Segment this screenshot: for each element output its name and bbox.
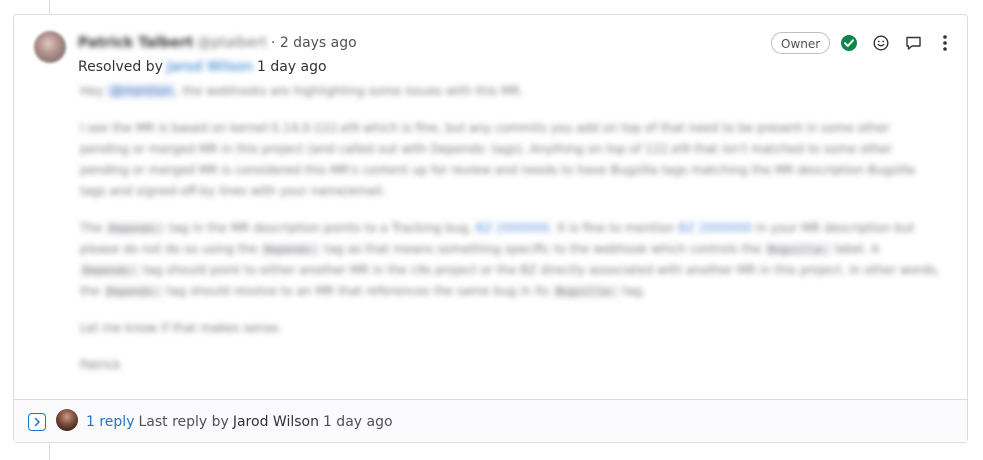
bugzilla-link[interactable]: BZ 2000000 bbox=[678, 221, 752, 235]
smiley-icon bbox=[873, 35, 889, 51]
last-reply-author[interactable]: Jarod Wilson bbox=[233, 414, 319, 430]
bugzilla-link[interactable]: BZ 2000000 bbox=[476, 221, 550, 235]
owner-badge: Owner bbox=[771, 32, 831, 54]
resolved-time: 1 day ago bbox=[256, 59, 327, 75]
replies-bar: 1 reply Last reply by Jarod Wilson 1 day ag… bbox=[14, 399, 967, 442]
check-circle-icon bbox=[841, 35, 857, 51]
discussion-note: Patrick Talbert @ptalbert · 2 days ago Res… bbox=[13, 14, 968, 443]
timeline-line-top bbox=[49, 0, 50, 15]
reply-summary: 1 reply Last reply by Jarod Wilson 1 day ag… bbox=[86, 412, 393, 432]
comment-icon bbox=[905, 36, 921, 50]
note-body: Hey @mention, the webhooks are highlight… bbox=[80, 81, 942, 392]
author-name[interactable]: Patrick Talbert bbox=[78, 35, 193, 51]
body-paragraph-1: Hey @mention, the webhooks are highlight… bbox=[80, 84, 524, 98]
last-reply-time: 1 day ago bbox=[322, 414, 393, 430]
body-paragraph-4: Let me know if that makes sense. bbox=[80, 321, 283, 335]
user-mention[interactable]: @mention bbox=[107, 84, 176, 98]
timeline-line-bottom bbox=[49, 444, 50, 460]
more-actions-button[interactable] bbox=[935, 33, 955, 53]
resolved-prefix: Resolved by bbox=[78, 59, 163, 75]
reply-count-link[interactable]: 1 reply bbox=[86, 414, 134, 430]
reply-author-avatar[interactable] bbox=[56, 409, 78, 431]
chevron-right-icon bbox=[34, 417, 40, 427]
note-timestamp[interactable]: · 2 days ago bbox=[271, 35, 357, 51]
resolve-thread-button[interactable] bbox=[839, 33, 859, 53]
author-avatar[interactable] bbox=[34, 31, 66, 63]
add-reaction-button[interactable] bbox=[871, 33, 891, 53]
kebab-icon bbox=[943, 35, 947, 51]
body-paragraph-3: The Depends: tag in the MR description p… bbox=[80, 221, 940, 298]
expand-replies-button[interactable] bbox=[28, 413, 46, 431]
body-paragraph-5: Patrick bbox=[80, 358, 121, 372]
reply-to-comment-button[interactable] bbox=[903, 33, 923, 53]
last-reply-prefix: Last reply by bbox=[138, 414, 229, 430]
note-author-line: Patrick Talbert @ptalbert · 2 days ago bbox=[78, 33, 357, 53]
author-handle[interactable]: @ptalbert bbox=[197, 35, 267, 51]
resolved-line: Resolved by Jarod Wilson 1 day ago bbox=[78, 57, 327, 77]
body-paragraph-2: I see the MR is based on kernel-5.14.0-1… bbox=[80, 121, 916, 198]
resolved-by-user[interactable]: Jarod Wilson bbox=[167, 59, 253, 75]
